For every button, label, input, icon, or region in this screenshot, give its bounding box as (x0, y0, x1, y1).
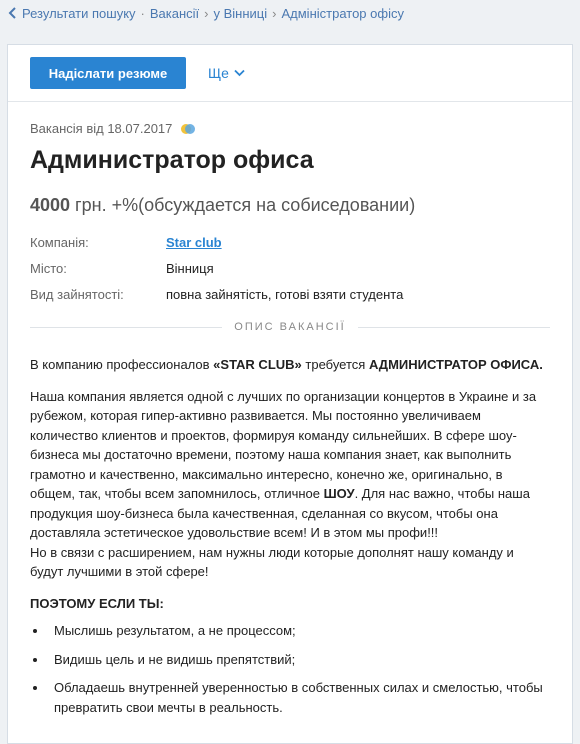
verified-badge-icon (181, 123, 196, 134)
salary-amount: 4000 (30, 195, 71, 215)
intro-mid: требуется (301, 357, 369, 372)
vacancy-meta: Компанія: Star club Місто: Вінниця Вид з… (30, 229, 550, 307)
breadcrumb-search-results[interactable]: Результати пошуку (22, 6, 136, 21)
list-heading: ПОЭТОМУ ЕСЛИ ТЫ: (30, 595, 164, 611)
breadcrumb-current[interactable]: Адміністратор офісу (281, 6, 403, 21)
divider-line (30, 326, 223, 328)
vacancy-card: Надіслати резюме Ще Вакансія від 18.07.2… (7, 44, 573, 744)
paragraph-text: Наша компания является одной с лучших по… (30, 388, 537, 502)
vacancy-content: Вакансія від 18.07.2017 Администратор оф… (8, 102, 572, 717)
requirements-list: Мыслишь результатом, а не процессом; Вид… (30, 621, 550, 717)
list-item: Мыслишь результатом, а не процессом; (48, 621, 550, 641)
employment-label: Вид зайнятості: (30, 286, 124, 302)
section-divider: ОПИС ВАКАНСІЇ (30, 321, 551, 333)
section-title: ОПИС ВАКАНСІЇ (234, 321, 346, 333)
breadcrumb-separator: · (140, 5, 145, 21)
chevron-left-icon[interactable] (6, 6, 20, 20)
meta-row-city: Місто: Вінниця (30, 255, 550, 281)
meta-row-company: Компанія: Star club (30, 229, 550, 255)
city-value: Вінниця (166, 260, 214, 276)
intro-role: АДМИНИСТРАТОР ОФИСА. (368, 357, 543, 372)
vacancy-title: Администратор офиса (30, 146, 314, 174)
posted-date-row: Вакансія від 18.07.2017 (30, 121, 550, 136)
description-paragraph: Наша компания является одной с лучших по… (30, 387, 550, 543)
breadcrumb-vacancies[interactable]: Вакансії (150, 6, 199, 21)
divider-line (357, 326, 551, 328)
employment-value: повна зайнятість, готові взяти студента (166, 286, 404, 302)
description-paragraph: Но в связи с расширением, нам нужны люди… (30, 544, 514, 580)
salary-details: грн. +%(обсуждается на собиседовании) (70, 195, 416, 215)
breadcrumb-city[interactable]: у Вінниці (214, 6, 268, 21)
breadcrumb: Результати пошуку · Вакансії › у Вінниці… (0, 0, 580, 26)
intro-paragraph: В компанию профессионалов «STAR CLUB» тр… (30, 355, 550, 375)
more-menu[interactable]: Ще (208, 65, 245, 81)
company-link[interactable]: Star club (166, 235, 222, 250)
intro-brand: «STAR CLUB» (213, 357, 302, 372)
posted-date: Вакансія від 18.07.2017 (30, 121, 173, 136)
meta-row-employment: Вид зайнятості: повна зайнятість, готові… (30, 281, 550, 307)
breadcrumb-separator: › (272, 5, 277, 21)
chevron-down-icon (234, 69, 245, 77)
city-label: Місто: (30, 260, 67, 276)
salary: 4000 грн. +%(обсуждается на собиседовани… (30, 195, 550, 216)
list-item: Обладаешь внутренней уверенностью в собс… (48, 678, 550, 717)
more-label: Ще (208, 65, 229, 81)
toolbar: Надіслати резюме Ще (8, 45, 572, 102)
intro-pre: В компанию профессионалов (30, 357, 214, 372)
vacancy-description: В компанию профессионалов «STAR CLUB» тр… (30, 355, 550, 717)
company-label: Компанія: (30, 234, 89, 250)
show-word: ШОУ (323, 486, 355, 501)
send-resume-button[interactable]: Надіслати резюме (30, 57, 186, 89)
list-item: Видишь цель и не видишь препятствий; (48, 650, 550, 670)
breadcrumb-separator: › (204, 5, 209, 21)
